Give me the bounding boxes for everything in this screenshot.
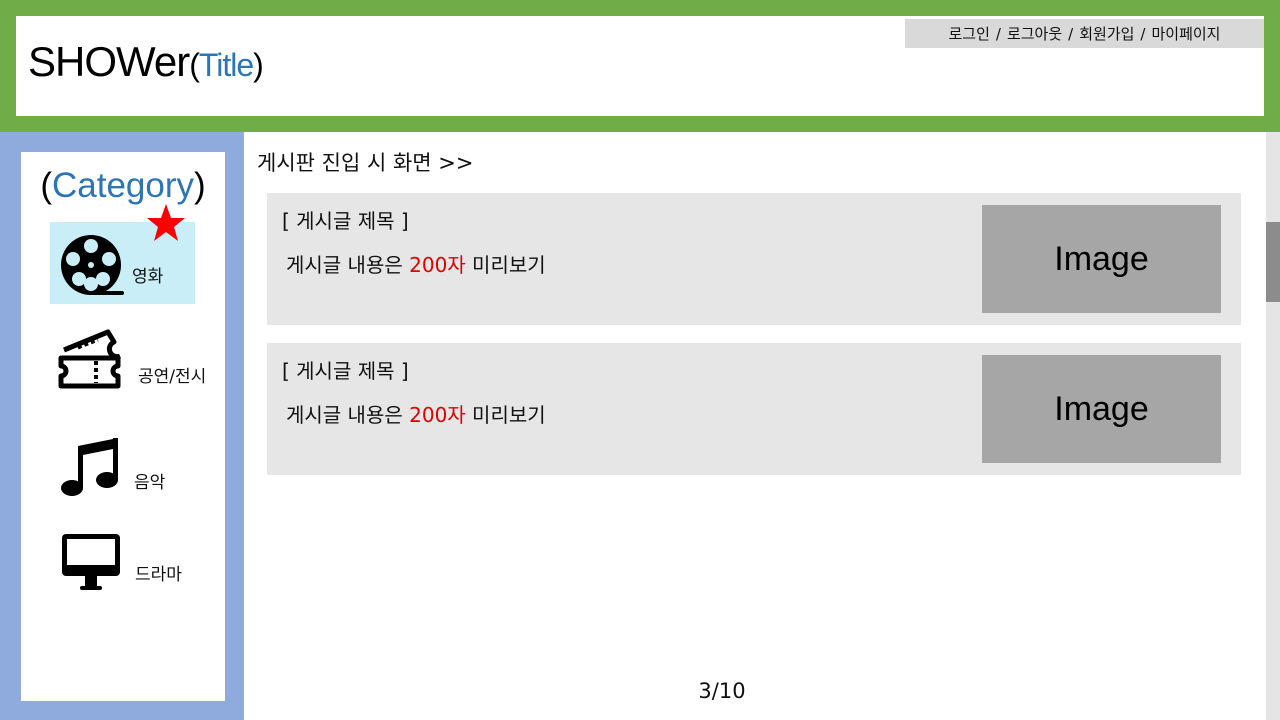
app-title-paren-open: ( <box>189 47 200 83</box>
header-box: SHOWer(Title) 로그인 / 로그아웃 / 회원가입 / 마이페이지 <box>16 16 1264 116</box>
logout-link[interactable]: 로그아웃 <box>1007 23 1062 44</box>
post-card[interactable]: [ 게시글 제목 ] 게시글 내용은 200자 미리보기 Image <box>267 193 1241 325</box>
board-main: 게시판 진입 시 화면 >> [ 게시글 제목 ] 게시글 내용은 200자 미… <box>244 132 1266 720</box>
app-title: SHOWer(Title) <box>28 38 264 86</box>
category-sidebar: (Category) 영화 공연/전시 음악 드라마 <box>21 152 225 701</box>
post-preview: 게시글 내용은 200자 미리보기 <box>286 399 546 428</box>
page-heading: 게시판 진입 시 화면 >> <box>257 151 474 175</box>
post-preview-limit: 200자 <box>409 253 466 277</box>
app-title-main: SHOWer <box>28 38 190 85</box>
auth-bar: 로그인 / 로그아웃 / 회원가입 / 마이페이지 <box>905 19 1264 48</box>
music-note-icon <box>61 438 118 496</box>
post-preview-text-end: 미리보기 <box>465 253 546 277</box>
category-label-performance: 공연/전시 <box>138 367 207 387</box>
monitor-icon <box>62 534 120 590</box>
post-image-placeholder[interactable]: Image <box>982 355 1221 463</box>
page-indicator: 3/10 <box>698 679 746 703</box>
post-preview-text: 게시글 내용은 <box>286 253 410 277</box>
ticket-icon <box>58 329 121 389</box>
auth-separator: / <box>995 24 1001 43</box>
category-label-movie: 영화 <box>132 267 164 287</box>
category-label-drama: 드라마 <box>135 565 182 585</box>
film-reel-icon <box>61 235 124 295</box>
category-title-paren-open: ( <box>40 166 52 205</box>
post-title[interactable]: [ 게시글 제목 ] <box>282 355 409 384</box>
category-title: (Category) <box>21 166 225 206</box>
post-preview-text-end: 미리보기 <box>465 403 546 427</box>
category-title-paren-close: ) <box>194 166 206 205</box>
login-link[interactable]: 로그인 <box>948 23 989 44</box>
post-image-placeholder[interactable]: Image <box>982 205 1221 313</box>
category-item-music[interactable]: 음악 <box>50 424 195 506</box>
auth-separator: / <box>1068 24 1074 43</box>
post-preview: 게시글 내용은 200자 미리보기 <box>286 249 546 278</box>
auth-separator: / <box>1140 24 1146 43</box>
category-item-performance[interactable]: 공연/전시 <box>50 320 206 402</box>
category-title-word: Category <box>51 166 195 205</box>
scrollbar-track[interactable] <box>1266 132 1280 720</box>
post-preview-limit: 200자 <box>409 403 466 427</box>
category-item-drama[interactable]: 드라마 <box>50 522 195 604</box>
star-icon <box>147 204 185 241</box>
mypage-link[interactable]: 마이페이지 <box>1151 23 1220 44</box>
app-title-sub: Title <box>198 47 254 83</box>
post-preview-text: 게시글 내용은 <box>286 403 410 427</box>
scrollbar-thumb[interactable] <box>1266 222 1280 302</box>
signup-link[interactable]: 회원가입 <box>1079 23 1134 44</box>
header-band: SHOWer(Title) 로그인 / 로그아웃 / 회원가입 / 마이페이지 <box>0 0 1280 132</box>
category-item-movie[interactable]: 영화 <box>50 204 195 304</box>
sidebar-band: (Category) 영화 공연/전시 음악 드라마 <box>0 132 244 720</box>
post-title[interactable]: [ 게시글 제목 ] <box>282 205 409 234</box>
post-card[interactable]: [ 게시글 제목 ] 게시글 내용은 200자 미리보기 Image <box>267 343 1241 475</box>
category-label-music: 음악 <box>134 473 166 493</box>
app-title-paren-close: ) <box>253 47 264 83</box>
